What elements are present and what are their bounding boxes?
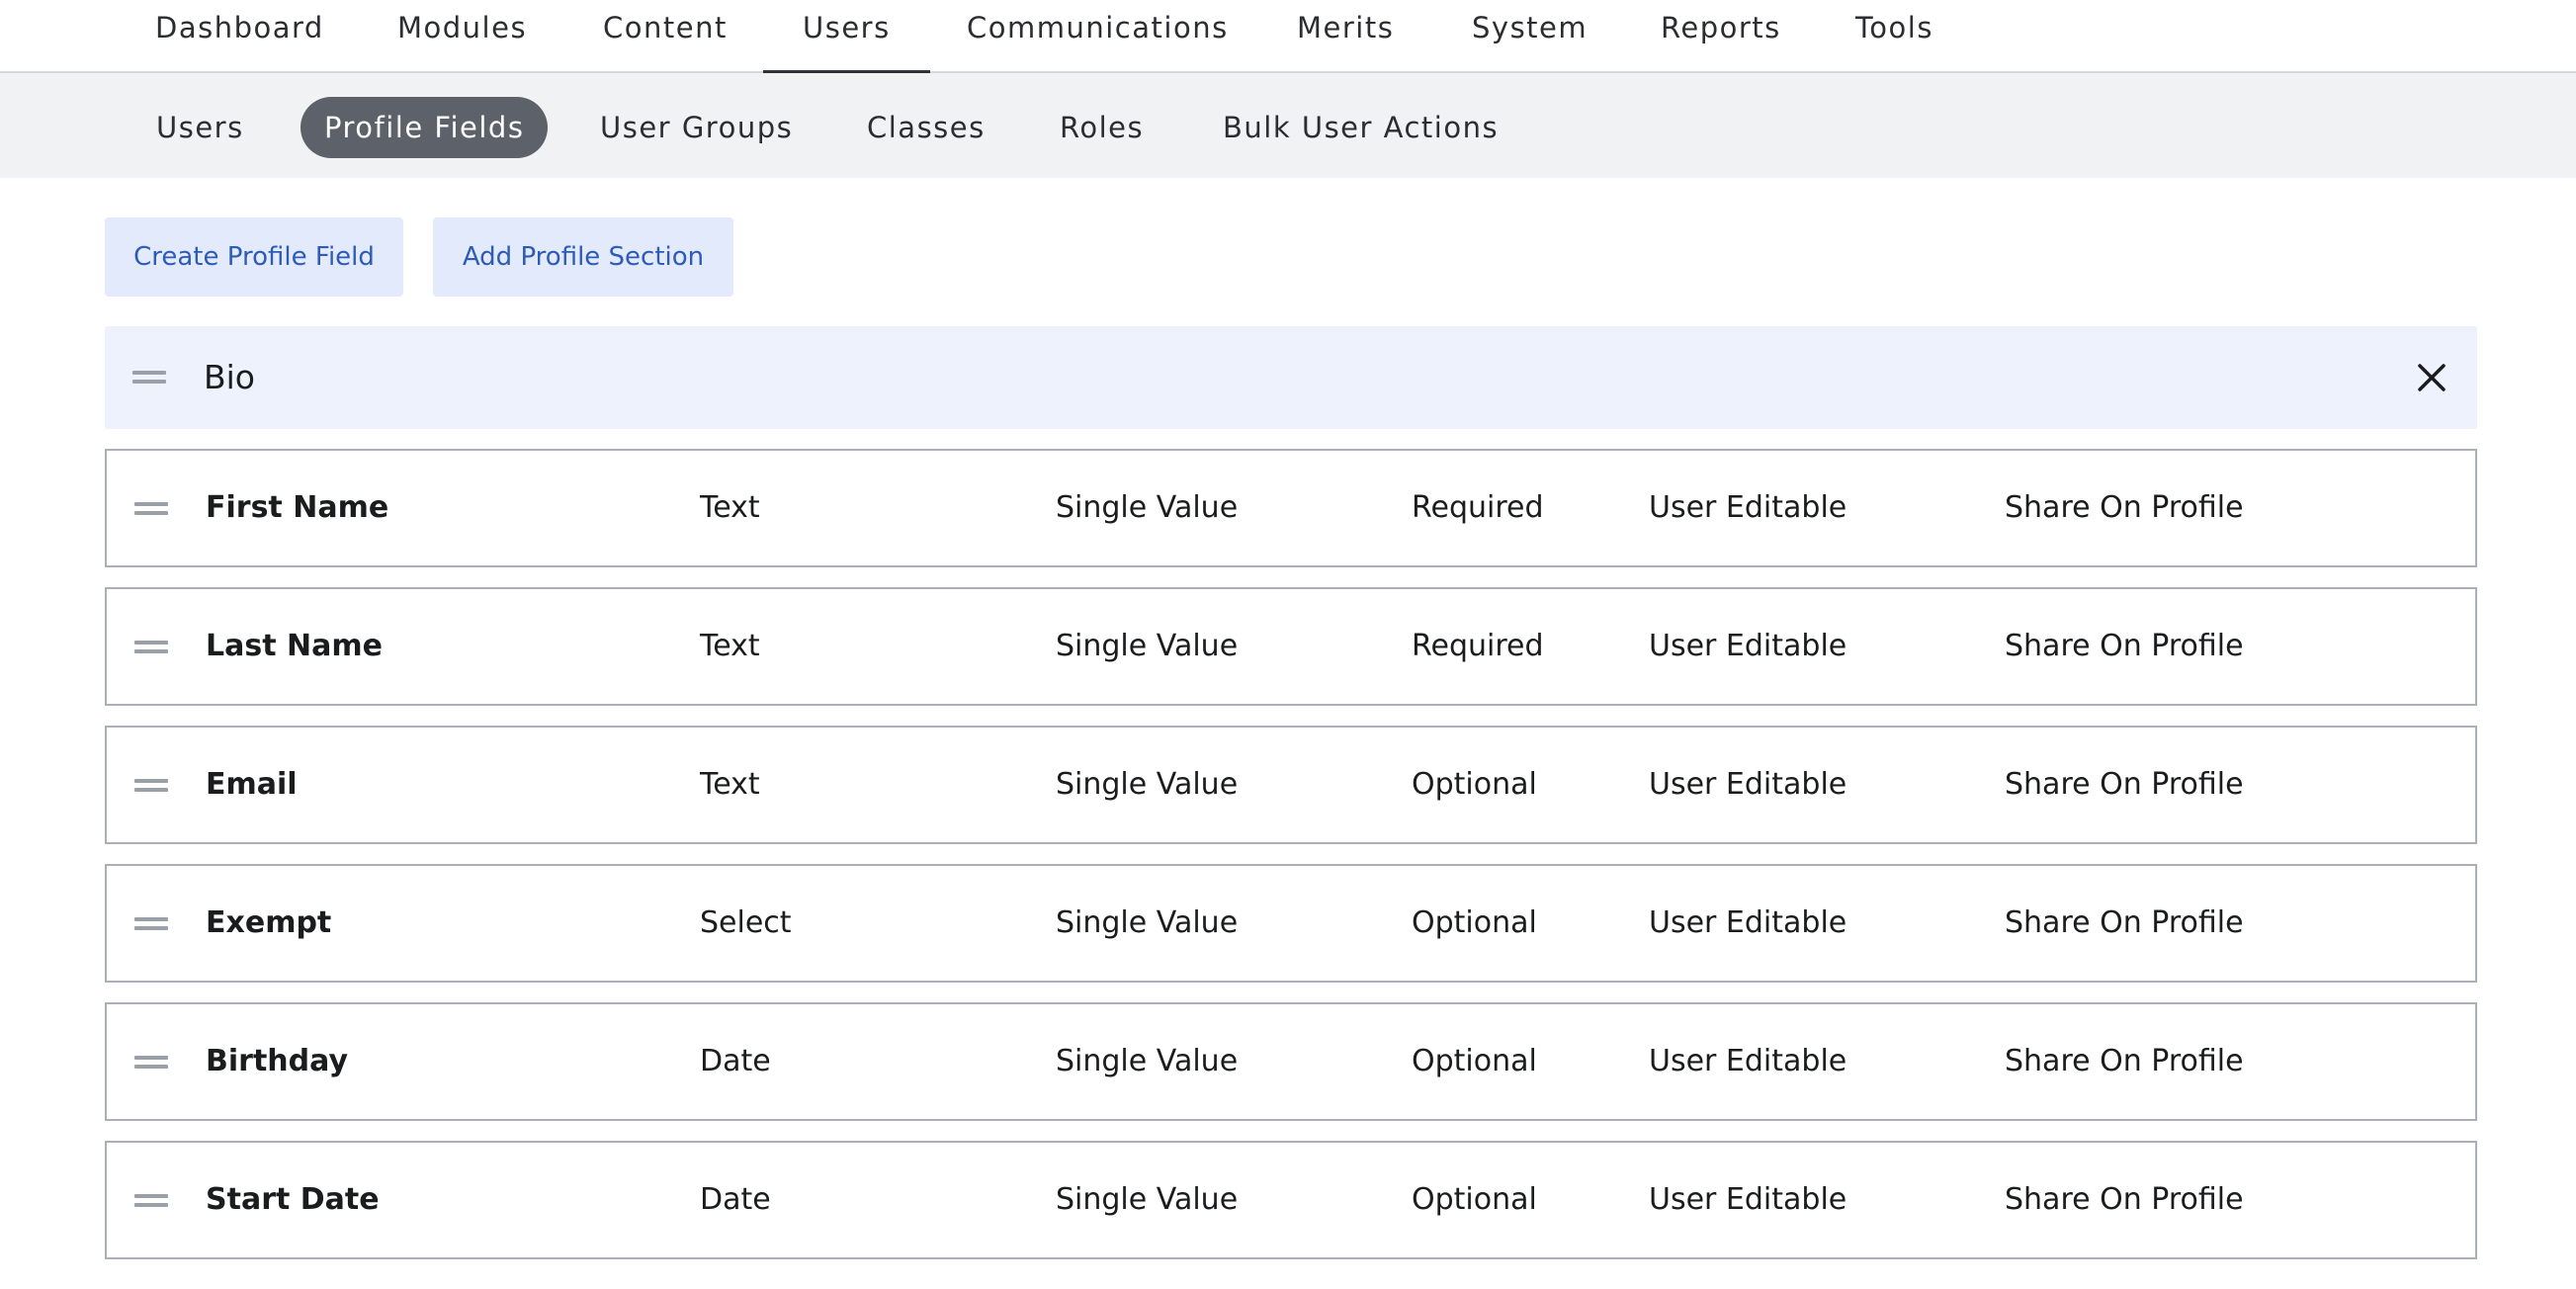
- profile-section-header: Bio: [105, 326, 2477, 429]
- nav-tools[interactable]: Tools: [1855, 0, 1933, 73]
- field-editable: User Editable: [1649, 629, 1847, 663]
- section-title: Bio: [204, 358, 255, 396]
- profile-field-row[interactable]: Birthday Date Single Value Optional User…: [105, 1002, 2477, 1121]
- field-editable: User Editable: [1649, 905, 1847, 940]
- field-requirement: Optional: [1412, 905, 1537, 940]
- subnav-bulk-user-actions[interactable]: Bulk User Actions: [1223, 97, 1499, 158]
- field-sharing: Share On Profile: [2005, 629, 2244, 663]
- top-nav: Dashboard Modules Content Users Communic…: [0, 0, 2576, 75]
- profile-field-row[interactable]: Start Date Date Single Value Optional Us…: [105, 1141, 2477, 1259]
- nav-users[interactable]: Users: [763, 0, 930, 75]
- field-name: Email: [206, 767, 298, 802]
- field-name: Birthday: [206, 1044, 348, 1078]
- field-editable: User Editable: [1649, 490, 1847, 525]
- nav-content[interactable]: Content: [603, 0, 728, 73]
- field-cardinality: Single Value: [1056, 1044, 1239, 1078]
- field-name: First Name: [206, 490, 389, 525]
- drag-handle-icon[interactable]: [132, 371, 166, 385]
- field-cardinality: Single Value: [1056, 905, 1239, 940]
- field-sharing: Share On Profile: [2005, 905, 2244, 940]
- field-editable: User Editable: [1649, 1044, 1847, 1078]
- profile-field-row[interactable]: Last Name Text Single Value Required Use…: [105, 587, 2477, 706]
- field-type: Text: [700, 490, 760, 525]
- field-cardinality: Single Value: [1056, 490, 1239, 525]
- field-sharing: Share On Profile: [2005, 1044, 2244, 1078]
- drag-handle-icon[interactable]: [134, 502, 168, 516]
- field-name: Last Name: [206, 629, 383, 663]
- subnav-roles[interactable]: Roles: [1060, 97, 1144, 158]
- sub-nav: Users Profile Fields User Groups Classes…: [0, 73, 2576, 178]
- nav-reports[interactable]: Reports: [1661, 0, 1781, 73]
- nav-merits[interactable]: Merits: [1297, 0, 1394, 73]
- profile-field-row[interactable]: Email Text Single Value Optional User Ed…: [105, 726, 2477, 844]
- drag-handle-icon[interactable]: [134, 641, 168, 654]
- field-name: Start Date: [206, 1182, 380, 1217]
- nav-communications[interactable]: Communications: [967, 0, 1229, 73]
- field-editable: User Editable: [1649, 1182, 1847, 1217]
- subnav-users[interactable]: Users: [156, 97, 244, 158]
- drag-handle-icon[interactable]: [134, 1056, 168, 1070]
- field-requirement: Optional: [1412, 767, 1537, 802]
- drag-handle-icon[interactable]: [134, 917, 168, 931]
- nav-dashboard[interactable]: Dashboard: [155, 0, 324, 73]
- field-type: Date: [700, 1182, 771, 1217]
- nav-modules[interactable]: Modules: [397, 0, 527, 73]
- field-requirement: Optional: [1412, 1182, 1537, 1217]
- subnav-user-groups[interactable]: User Groups: [600, 97, 793, 158]
- field-type: Date: [700, 1044, 771, 1078]
- drag-handle-icon[interactable]: [134, 779, 168, 793]
- field-cardinality: Single Value: [1056, 1182, 1239, 1217]
- field-requirement: Required: [1412, 629, 1544, 663]
- close-icon[interactable]: [2412, 358, 2451, 397]
- field-sharing: Share On Profile: [2005, 767, 2244, 802]
- field-cardinality: Single Value: [1056, 629, 1239, 663]
- field-requirement: Required: [1412, 490, 1544, 525]
- field-requirement: Optional: [1412, 1044, 1537, 1078]
- field-name: Exempt: [206, 905, 332, 940]
- field-cardinality: Single Value: [1056, 767, 1239, 802]
- profile-field-row[interactable]: Exempt Select Single Value Optional User…: [105, 864, 2477, 983]
- field-sharing: Share On Profile: [2005, 490, 2244, 525]
- create-profile-field-button[interactable]: Create Profile Field: [105, 217, 403, 297]
- field-type: Text: [700, 767, 760, 802]
- drag-handle-icon[interactable]: [134, 1194, 168, 1208]
- subnav-classes[interactable]: Classes: [867, 97, 986, 158]
- subnav-profile-fields[interactable]: Profile Fields: [301, 97, 549, 158]
- field-sharing: Share On Profile: [2005, 1182, 2244, 1217]
- field-editable: User Editable: [1649, 767, 1847, 802]
- profile-field-row[interactable]: First Name Text Single Value Required Us…: [105, 449, 2477, 567]
- field-type: Select: [700, 905, 792, 940]
- nav-system[interactable]: System: [1472, 0, 1588, 73]
- add-profile-section-button[interactable]: Add Profile Section: [433, 217, 733, 297]
- field-type: Text: [700, 629, 760, 663]
